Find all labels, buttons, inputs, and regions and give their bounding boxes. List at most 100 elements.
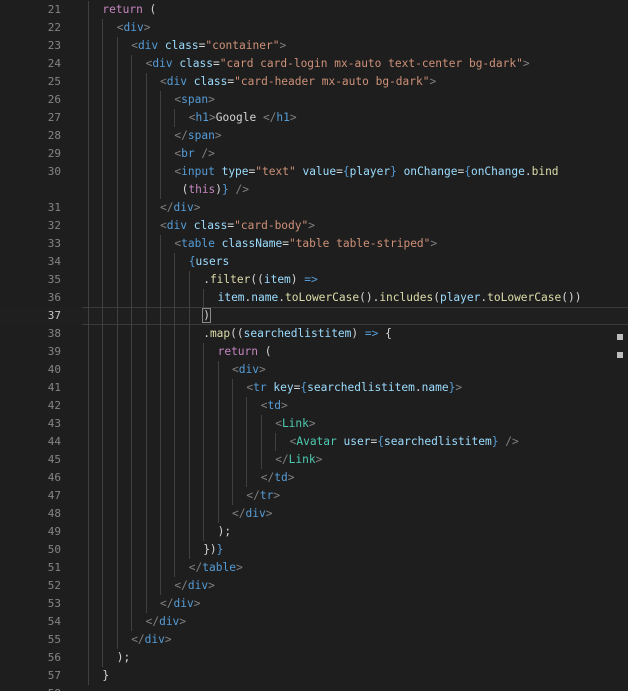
indent-guide [160, 235, 161, 253]
token: </ [174, 129, 188, 142]
indent-guide [145, 235, 147, 253]
line-number: 24 [47, 57, 61, 70]
code-line[interactable]: 39 return ( [0, 343, 628, 361]
line-number: 57 [47, 669, 61, 682]
token: . [203, 273, 210, 286]
token: </ [174, 579, 188, 592]
token: div [137, 39, 159, 52]
indent-guide [116, 163, 118, 181]
token: searchedlistitem [243, 327, 352, 340]
code-line[interactable]: 37) [0, 307, 628, 325]
indent-guide [174, 487, 176, 505]
indent-guide [88, 541, 89, 559]
indent-guide [160, 253, 161, 271]
line-number: 31 [47, 201, 61, 214]
code-line[interactable]: 50})} [0, 541, 628, 559]
indent-guide [116, 361, 118, 379]
code-text: <div> [232, 361, 266, 379]
code-line[interactable]: 55 </div> [0, 631, 628, 649]
token: map [209, 327, 231, 340]
code-line[interactable]: 53 </div> [0, 595, 628, 613]
code-text: <div class="card card-login mx-auto text… [146, 55, 530, 73]
indent-guide [188, 271, 190, 289]
line-number: 41 [47, 381, 61, 394]
code-line[interactable]: 23 <div class="container"> [0, 37, 628, 55]
indent-guide [145, 253, 147, 271]
code-line[interactable]: 28 </span> [0, 127, 628, 145]
indent-guide [174, 109, 176, 127]
code-line[interactable]: 57} [0, 667, 628, 685]
indent-guide [160, 271, 161, 289]
code-text: <input type="text" value={player} onChan… [174, 163, 558, 181]
token: /> [235, 183, 250, 196]
code-line[interactable]: 47 </tr> [0, 487, 628, 505]
token: "text" [255, 165, 296, 178]
code-line[interactable]: 22 <div> [0, 19, 628, 37]
indent-guide [246, 451, 248, 469]
indent-guide [88, 307, 89, 325]
code-line[interactable]: 41 <tr key={searchedlistitem.name}> [0, 379, 628, 397]
indent-guide [102, 415, 104, 433]
code-line[interactable]: 56); [0, 649, 628, 667]
token: </ [275, 453, 289, 466]
indent-guide [116, 559, 118, 577]
code-line[interactable]: 21 return ( [0, 1, 628, 19]
token: key [273, 381, 294, 394]
line-number: 43 [47, 417, 61, 430]
code-line[interactable]: 24 <div class="card card-login mx-auto te… [0, 55, 628, 73]
indent-guide [88, 577, 89, 595]
token: > [308, 417, 316, 430]
code-line[interactable]: 43 <Link> [0, 415, 628, 433]
code-line[interactable]: 46 </td> [0, 469, 628, 487]
indent-guide [116, 145, 118, 163]
token: value [302, 165, 337, 178]
indent-guide [174, 451, 176, 469]
code-line[interactable]: 26 <span> [0, 91, 628, 109]
code-line[interactable]: 31 </div> [0, 199, 628, 217]
code-line[interactable]: 30 <input type="text" value={player} onCh… [0, 163, 628, 181]
indent-guide [188, 541, 190, 559]
code-line[interactable]: 40 <div> [0, 361, 628, 379]
code-line[interactable]: 58 [0, 685, 628, 691]
code-line[interactable]: 36 item.name.toLowerCase().includes(playe… [0, 289, 628, 307]
code-line[interactable]: 34 {users [0, 253, 628, 271]
code-line[interactable]: 29 <br /> [0, 145, 628, 163]
line-number: 23 [47, 39, 61, 52]
code-line[interactable]: 32 <div class="card-body"> [0, 217, 628, 235]
indent-guide [131, 253, 133, 271]
code-line[interactable]: 45 </Link> [0, 451, 628, 469]
code-text: </Link> [275, 451, 322, 469]
token: includes [379, 291, 434, 304]
token: h1 [195, 111, 210, 124]
code-line[interactable]: 33 <table className="table table-striped"… [0, 235, 628, 253]
code-editor[interactable]: 21 return (22 <div> 23 <div class="container… [0, 0, 628, 691]
indent-guide [102, 19, 104, 37]
token: </ [160, 597, 174, 610]
code-line[interactable]: 44 <Avatar user={searchedlistitem} /> [0, 433, 628, 451]
indent-guide [116, 109, 118, 127]
token: (( [230, 327, 244, 340]
code-line[interactable]: 51 </table> [0, 559, 628, 577]
token: = [282, 237, 289, 250]
code-line[interactable]: (this)} /> [0, 181, 628, 199]
code-line[interactable]: 25 <div class="card-header mx-auto bg-dar… [0, 73, 628, 91]
indent-guide [260, 415, 262, 433]
code-line[interactable]: 27 <h1>Google </h1> [0, 109, 628, 127]
indent-guide [131, 199, 133, 217]
code-line[interactable]: 35 .filter((item) => [0, 271, 628, 289]
code-line[interactable]: 49); [0, 523, 628, 541]
code-text: <tr key={searchedlistitem.name}> [246, 379, 462, 397]
indent-guide [174, 469, 176, 487]
token: { [377, 435, 384, 448]
token: > [315, 453, 323, 466]
code-line[interactable]: 42 <td> [0, 397, 628, 415]
token: { [188, 255, 196, 268]
code-line[interactable]: 48 </div> [0, 505, 628, 523]
code-line[interactable]: 52 </div> [0, 577, 628, 595]
indent-guide [88, 91, 89, 109]
indent-guide [102, 199, 104, 217]
code-line[interactable]: 38 .map((searchedlistitem) => { [0, 325, 628, 343]
indent-guide [174, 559, 176, 577]
code-line[interactable]: 54 </div> [0, 613, 628, 631]
